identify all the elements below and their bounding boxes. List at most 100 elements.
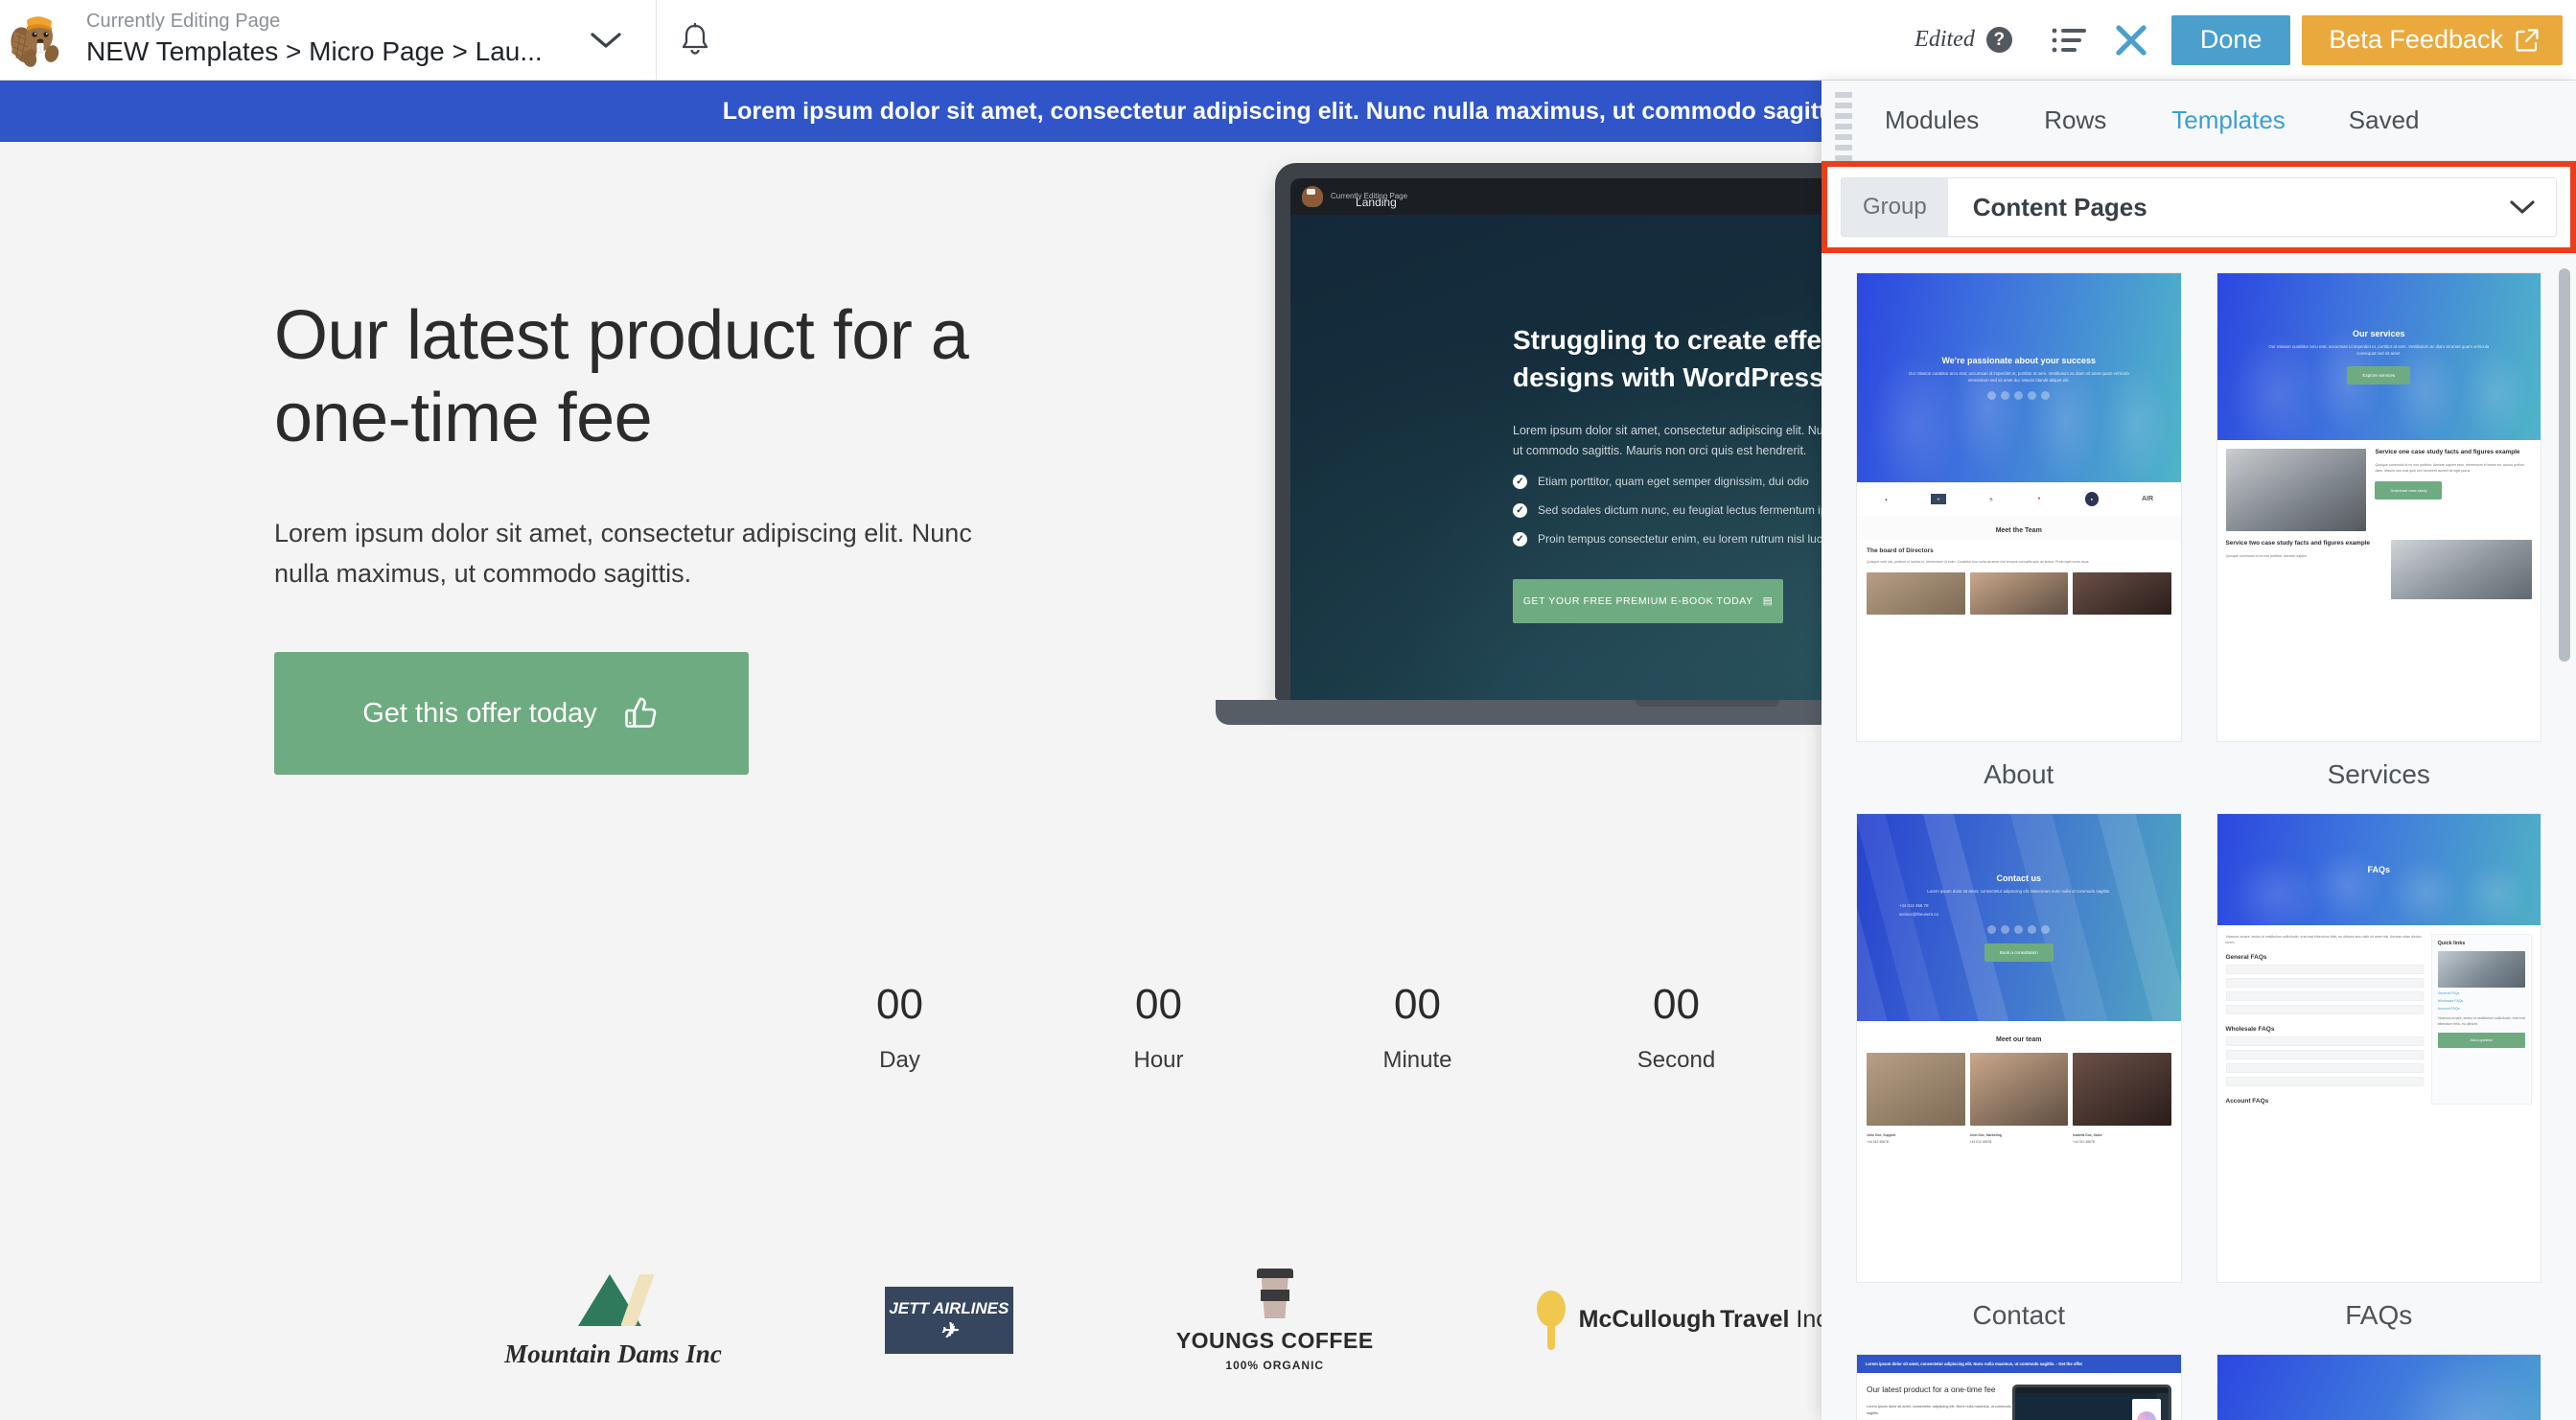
mini-section-title: Meet our team [1857,1021,2181,1051]
mini-social-dots [1987,924,2051,934]
mini-hero-button: Book a consultation [1984,943,2054,962]
done-button[interactable]: Done [2170,14,2291,65]
template-list[interactable]: We're passionate about your success Our … [1822,253,2576,1420]
group-filter-highlight: Group Content Pages [1822,161,2576,253]
group-badge-label: Group [1842,178,1948,236]
mini-card-text: Quisque commodo id mi non porttitor. Aen… [2225,553,2308,558]
check-circle-icon: ✓ [1513,502,1527,518]
mini-hero: Access your download Lorem ipsum dolor s… [2216,1355,2541,1420]
template-name: About [1984,759,2054,789]
drag-handle-icon[interactable] [1835,92,1852,172]
mini-hero: FAQs [2216,814,2541,925]
mini-card-button: Download case study [2375,480,2443,500]
countdown-unit: 00 Minute [1360,984,1475,1074]
hero-body-text: Lorem ipsum dolor sit amet, consectetur … [274,519,972,589]
beaver-logo-icon[interactable] [0,0,71,81]
mini-hero-sub: Lorem ipsum dolor sit amet, consectetur … [1927,889,2111,895]
tab-saved[interactable]: Saved [2349,105,2420,135]
external-link-icon [2516,28,2539,52]
plane-glyph: ✈ [940,1318,959,1342]
close-panel-button[interactable] [2106,15,2156,65]
logo-youngs-coffee: YOUNGS COFFEE 100% ORGANIC [1176,1269,1374,1372]
hero-cta-button[interactable]: Get this offer today [274,652,749,776]
group-selected-value: Content Pages [1972,192,2147,221]
mini-hero-sub: Our mission curabitur arcu erat, accumsa… [2268,343,2490,356]
mini-service-card-2: Service two case study facts and figures… [2217,540,2541,608]
mini-hero-title: We're passionate about your success [1941,355,2097,365]
mini-hero-email: service@theusers.co [1898,911,1938,917]
mini-card-title: Service one case study facts and figures… [2375,449,2520,455]
countdown-label: Minute [1382,1047,1452,1073]
mini-quick-link: Account FAQs [2437,1007,2460,1011]
mini-team-name: John Doe, Marketing [1969,1133,2002,1137]
template-thumbnail[interactable]: FAQs Vivamus ornare, lectus id vestibulu… [2216,813,2541,1283]
logo-label-top: McCullough [1578,1306,1716,1334]
mini-hero: We're passionate about your success Our … [1857,273,2181,482]
question-mark-help-icon[interactable]: ? [1985,27,2012,53]
mini-card-title: Service two case study facts and figures… [2225,540,2371,547]
page-title: NEW Templates > Micro Page > Lau... [86,36,543,67]
logo-label-bottom: Travel [1720,1306,1790,1334]
mini-subsection-text: Quisque velit nisi, pretium ut lacinia i… [1867,560,2090,564]
mini-logo-strip: ▲ ✈ ☕ 📍 ● AIR [1857,482,2181,516]
template-card-download[interactable]: Access your download Lorem ipsum dolor s… [2216,1354,2541,1420]
mini-hero-phone: +44 012 456 78 [1898,903,1929,909]
mini-hero-button: Explore services [2347,366,2411,385]
mini-service-card-1: Service one case study facts and figures… [2217,440,2541,540]
countdown-label: Second [1636,1047,1716,1073]
mini-faq-item [2225,1077,2424,1087]
panel-scrollbar-thumb[interactable] [2559,268,2570,662]
page-menu-toggle[interactable] [585,19,627,61]
edited-status: Edited [1915,27,1975,52]
mini-hero-title: Our services [2352,328,2405,338]
notification-bell-icon [682,22,708,55]
mini-hero-sub: Our mission curabitur arcu erat, accumsa… [1908,370,2129,383]
mini-social-dots [1987,391,2051,401]
template-card-offer[interactable]: Lorem ipsum dolor sit amet, consectetur … [1856,1354,2182,1420]
template-thumbnail[interactable]: Our services Our mission curabitur arcu … [2216,272,2541,742]
mini-quick-links: Quick links General FAQs Wholesale FAQs … [2430,934,2532,1106]
template-card-faqs[interactable]: FAQs Vivamus ornare, lectus id vestibulu… [2216,813,2541,1331]
beaver-logo-icon-small [1302,186,1323,207]
mini-card-text: Quisque commodo id mi non porttitor. Aen… [2375,462,2524,473]
outline-list-icon [2052,28,2086,52]
mini-faq-item [2225,965,2424,975]
tab-rows[interactable]: Rows [2044,105,2106,135]
template-card-services[interactable]: Our services Our mission curabitur arcu … [2216,272,2541,790]
mini-faq-item [2225,1063,2424,1074]
mini-hero: Contact us Lorem ipsum dolor sit amet, c… [1857,814,2181,1021]
template-card-contact[interactable]: Contact us Lorem ipsum dolor sit amet, c… [1856,813,2182,1331]
mini-team-photos [1867,1053,2171,1126]
mini-team-phone: +44 012 45678 [1867,1140,1889,1144]
mini-body: Lorem ipsum dolor sit amet, consectetur … [1867,1405,2011,1415]
logo-jett-airlines: JETT AIRLINES ✈ [884,1287,1013,1354]
countdown-label: Hour [1133,1047,1184,1073]
content-panel: Modules Rows Templates Saved Group Conte… [1822,81,2576,1420]
chevron-down-icon[interactable] [2510,199,2556,215]
chevron-down-glyph [2510,200,2535,214]
mini-hero-title: Contact us [1996,873,2041,884]
mini-team-name: John Doe, Support [1867,1133,1896,1137]
notifications-button[interactable] [657,0,733,81]
logo-label: JETT AIRLINES [889,1299,1010,1317]
mini-headline: Our latest product for a one-time fee [1867,1385,1996,1394]
outline-panel-button[interactable] [2045,15,2095,65]
mini-faq-item [2225,1050,2424,1060]
hero-headline: Our latest product for a one-time fee [274,297,969,456]
tab-templates[interactable]: Templates [2171,105,2286,135]
mini-quick-text: Vivamus ornare, lectus id vestibulum sol… [2437,1016,2525,1027]
mini-quick-button: Ask a question [2437,1033,2525,1049]
check-circle-icon: ✓ [1513,474,1527,489]
template-card-about[interactable]: We're passionate about your success Our … [1856,272,2182,790]
template-thumbnail[interactable]: Lorem ipsum dolor sit amet, consectetur … [1856,1354,2182,1420]
template-thumbnail[interactable]: Access your download Lorem ipsum dolor s… [2216,1354,2541,1420]
logo-mountain-dams: Mountain Dams Inc [504,1272,722,1369]
template-thumbnail[interactable]: Contact us Lorem ipsum dolor sit amet, c… [1856,813,2182,1283]
beta-feedback-button[interactable]: Beta Feedback [2302,14,2563,65]
mini-team-phone: +44 012 45678 [1969,1140,1992,1144]
thumbs-up-icon [624,697,657,728]
template-thumbnail[interactable]: We're passionate about your success Our … [1856,272,2182,742]
mini-announcement-bar: Lorem ipsum dolor sit amet, consectetur … [1857,1355,2181,1373]
group-select[interactable]: Group Content Pages [1841,177,2557,237]
tab-modules[interactable]: Modules [1885,105,1979,135]
